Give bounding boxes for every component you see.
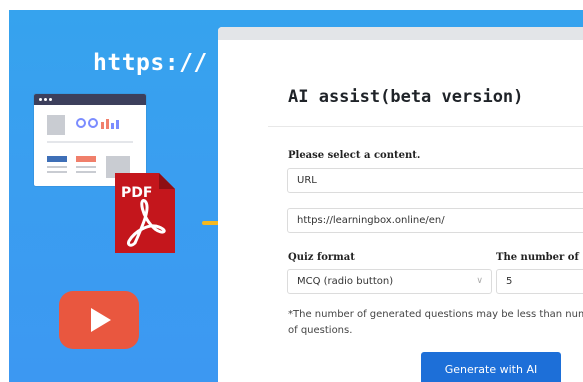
browser-bar (34, 94, 146, 105)
url-illustration-text: https:// (93, 50, 208, 76)
pdf-label: PDF (121, 185, 152, 201)
ai-assist-window: AI assist(beta version) Please select a … (218, 27, 583, 382)
quiz-format-label: Quiz format (288, 252, 355, 263)
questions-note: *The number of generated questions may b… (288, 309, 583, 336)
url-input[interactable]: https://learningbox.online/en/ (287, 208, 583, 233)
quiz-format-value: MCQ (radio button) (297, 276, 394, 287)
url-input-value: https://learningbox.online/en/ (297, 215, 445, 226)
content-type-value: URL (297, 175, 317, 186)
quiz-format-select[interactable]: MCQ (radio button) ∨ (287, 269, 492, 294)
generate-with-ai-button[interactable]: Generate with AI (421, 352, 561, 382)
page-title: AI assist(beta version) (288, 87, 524, 107)
chevron-down-icon: ∨ (476, 276, 483, 286)
pdf-icon: PDF (115, 173, 175, 253)
window-header-bar (218, 27, 583, 40)
number-label: The number of (496, 252, 579, 263)
content-type-select[interactable]: URL (287, 168, 583, 193)
number-input[interactable]: 5 (496, 269, 583, 294)
number-value: 5 (506, 276, 513, 287)
youtube-icon (59, 291, 139, 349)
promo-background: https:// PDF AI assist(beta version) Ple… (9, 10, 583, 382)
content-label: Please select a content. (288, 150, 421, 161)
divider (268, 126, 583, 127)
